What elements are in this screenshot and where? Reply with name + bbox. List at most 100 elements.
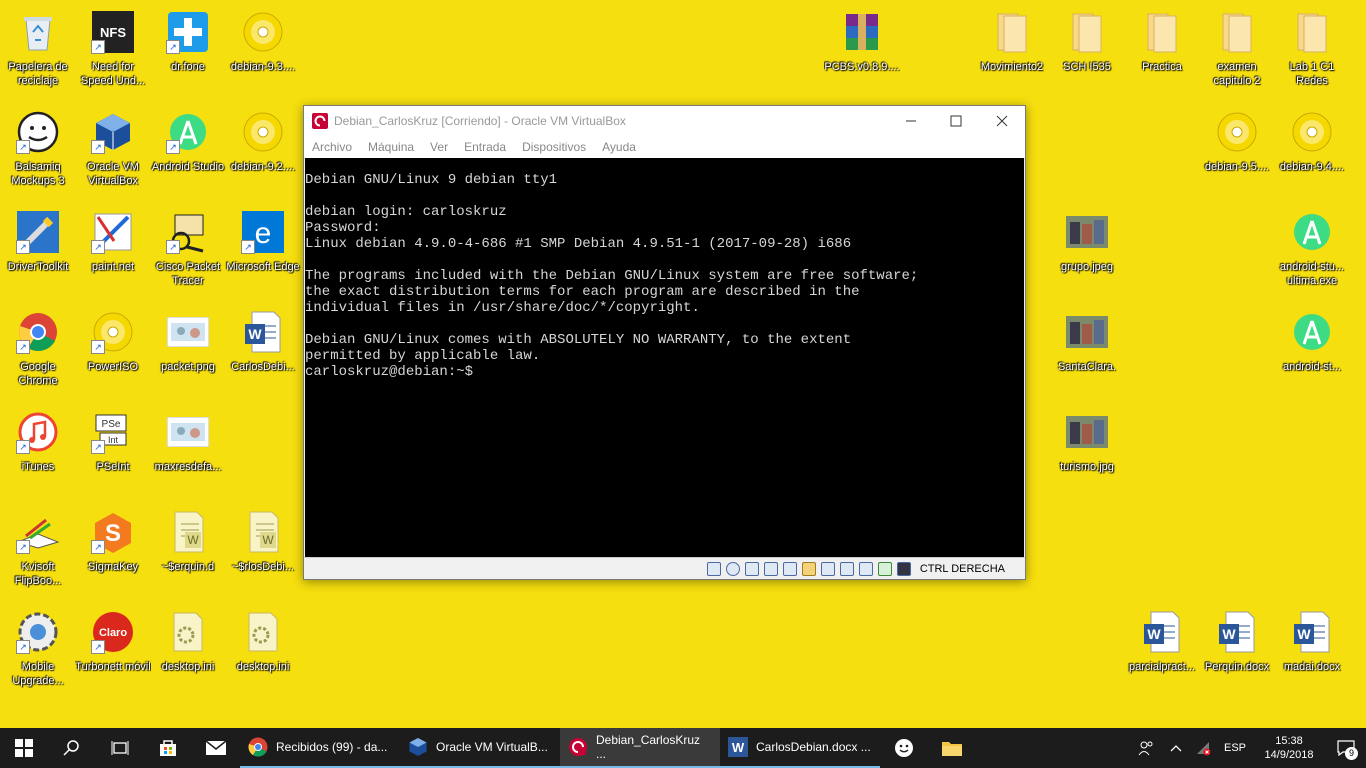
photo-icon — [1065, 410, 1109, 454]
svg-text:Int: Int — [108, 435, 119, 445]
desktop-icon[interactable]: ↗ Balsamiq Mockups 3 — [0, 104, 76, 200]
desktop-icon[interactable]: debian-9.2.... — [225, 104, 301, 200]
display-icon[interactable] — [820, 561, 835, 576]
claro-icon: Claro ↗ — [91, 610, 135, 654]
folder-icon — [1065, 10, 1109, 54]
desktop-icon[interactable]: Movimiento2 — [974, 4, 1050, 100]
desktop-icon[interactable]: W Perquin.docx — [1199, 604, 1275, 700]
network-status-button[interactable] — [1188, 728, 1218, 768]
maximize-button[interactable] — [933, 106, 979, 136]
desktop-icon[interactable]: ↗ DriverToolkit — [0, 204, 76, 300]
menu-item[interactable]: Archivo — [304, 140, 360, 154]
menu-item[interactable]: Ayuda — [594, 140, 644, 154]
desktop-icon-label: paint.net — [91, 261, 135, 273]
desktop-icon[interactable]: Wmadai.docx — [1274, 604, 1350, 700]
svg-text:NFS: NFS — [100, 25, 126, 40]
face-app-button[interactable] — [880, 728, 928, 768]
desktop-icon[interactable]: Practica — [1124, 4, 1200, 100]
desktop-icon[interactable]: debian-9.3.... — [225, 4, 301, 100]
desktop-icon[interactable]: W ~$rlosDebi... — [225, 504, 301, 600]
menu-item[interactable]: Máquina — [360, 140, 422, 154]
desktop-icon-label: Balsamiq Mockups 3 — [11, 161, 65, 187]
start-button[interactable] — [0, 728, 48, 768]
desktop-icon[interactable]: packet.png — [150, 304, 226, 400]
close-button[interactable] — [979, 106, 1025, 136]
photo-icon — [1065, 310, 1109, 354]
desktop-icon[interactable]: turismo.jpg — [1049, 404, 1125, 500]
show-hidden-icons-button[interactable] — [1164, 728, 1188, 768]
desktop-icon-label: grupo.jpeg — [1061, 261, 1113, 273]
vm-console-screen[interactable]: Debian GNU/Linux 9 debian tty1 debian log… — [305, 158, 1024, 557]
desktop-icon[interactable]: PSe Int ↗ PSeInt — [75, 404, 151, 500]
desktop-icon[interactable]: android-stu... ultima.exe — [1274, 204, 1350, 300]
shortcut-arrow-icon: ↗ — [91, 40, 105, 54]
audio-icon[interactable] — [744, 561, 759, 576]
minimize-button[interactable] — [888, 106, 934, 136]
shortcut-arrow-icon: ↗ — [91, 340, 105, 354]
usb-icon[interactable] — [782, 561, 797, 576]
desktop-icon[interactable]: ↗ Oracle VM VirtualBox — [75, 104, 151, 200]
menu-item[interactable]: Dispositivos — [514, 140, 594, 154]
desktop-icon[interactable]: debian-9.4.... — [1274, 104, 1350, 200]
task-view-button[interactable] — [96, 728, 144, 768]
status-bar: CTRL DERECHA — [304, 557, 1025, 579]
desktop-icon[interactable]: ↗ Android Studio — [150, 104, 226, 200]
desktop-icon[interactable]: debian-9.5.... — [1199, 104, 1275, 200]
desktop-icon[interactable]: Claro ↗ Turbonett móvil — [75, 604, 151, 700]
taskbar-app-button[interactable]: Debian_CarlosKruz ... — [560, 728, 720, 768]
desktop-icon[interactable]: ↗ iTunes — [0, 404, 76, 500]
shared-folders-icon[interactable] — [801, 561, 816, 576]
desktop-icon[interactable]: ↗ Kvisoft FlipBoo... — [0, 504, 76, 600]
desktop-icon[interactable]: grupo.jpeg — [1049, 204, 1125, 300]
desktop-icon[interactable]: desktop.ini — [150, 604, 226, 700]
desktop-icon[interactable]: ↗ Google Chrome — [0, 304, 76, 400]
keyboard-capture-icon[interactable] — [896, 561, 911, 576]
desktop-icon[interactable]: ↗ dr.fone — [150, 4, 226, 100]
desktop-icon[interactable]: Wparcialpract... — [1124, 604, 1200, 700]
menu-item[interactable]: Entrada — [456, 140, 514, 154]
desktop-icon[interactable]: e ↗ Microsoft Edge — [225, 204, 301, 300]
desktop-icon[interactable]: W ~$erquin.d — [150, 504, 226, 600]
desktop-icon[interactable]: SantaClara. — [1049, 304, 1125, 400]
desktop-icon[interactable]: desktop.ini — [225, 604, 301, 700]
desktop-icon[interactable]: PCBS.v0.8.9.... — [824, 4, 900, 100]
desktop-icon[interactable]: ↗ PowerISO — [75, 304, 151, 400]
menu-item[interactable]: Ver — [422, 140, 456, 154]
hard-disk-icon[interactable] — [706, 561, 721, 576]
network-icon[interactable] — [763, 561, 778, 576]
desktop-icon[interactable]: maxresdefa... — [150, 404, 226, 500]
shortcut-arrow-icon: ↗ — [91, 540, 105, 554]
desktop-icon[interactable]: NFS ↗ Need for Speed Und... — [75, 4, 151, 100]
desktop-icon[interactable]: SCH I535 — [1049, 4, 1125, 100]
clock[interactable]: 15:38 14/9/2018 — [1252, 728, 1326, 768]
flipbook-icon: ↗ — [16, 510, 60, 554]
video-capture-icon[interactable] — [839, 561, 854, 576]
cpu-icon[interactable] — [858, 561, 873, 576]
desktop-icon[interactable]: examen capitulo 2 — [1199, 4, 1275, 100]
people-button[interactable] — [1128, 728, 1164, 768]
store-button[interactable] — [144, 728, 192, 768]
file-explorer-button[interactable] — [928, 728, 976, 768]
desktop-icon[interactable]: android-st... — [1274, 304, 1350, 400]
mail-button[interactable] — [192, 728, 240, 768]
search-button[interactable] — [48, 728, 96, 768]
taskbar-app-button[interactable]: Recibidos (99) - da... — [240, 728, 400, 768]
desktop-icon[interactable]: ↗ paint.net — [75, 204, 151, 300]
balsamiq-icon: ↗ — [16, 110, 60, 154]
title-bar[interactable]: Debian_CarlosKruz [Corriendo] - Oracle V… — [304, 106, 1025, 136]
desktop-icon[interactable]: W CarlosDebi... — [225, 304, 301, 400]
desktop-icon[interactable]: ↗ Mobile Upgrade... — [0, 604, 76, 700]
desktop-icon[interactable]: Papelera de reciclaje — [0, 4, 76, 100]
desktop-icon[interactable]: Lab 1 C1 Redes — [1274, 4, 1350, 100]
taskbar-app-button[interactable]: Oracle VM VirtualB... — [400, 728, 560, 768]
taskbar: Recibidos (99) - da... Oracle VM VirtualB… — [0, 728, 1366, 768]
optical-drive-icon[interactable] — [725, 561, 740, 576]
desktop-icon-label: examen capitulo 2 — [1213, 61, 1261, 87]
action-center-button[interactable]: 9 — [1326, 728, 1366, 768]
virtualbox-window[interactable]: Debian_CarlosKruz [Corriendo] - Oracle V… — [303, 105, 1026, 580]
input-language[interactable]: ESP — [1218, 728, 1252, 768]
desktop-icon[interactable]: S ↗ SigmaKey — [75, 504, 151, 600]
taskbar-app-button[interactable]: W CarlosDebian.docx ... — [720, 728, 880, 768]
desktop-icon[interactable]: ↗ Cisco Packet Tracer — [150, 204, 226, 300]
mouse-integration-icon[interactable] — [877, 561, 892, 576]
